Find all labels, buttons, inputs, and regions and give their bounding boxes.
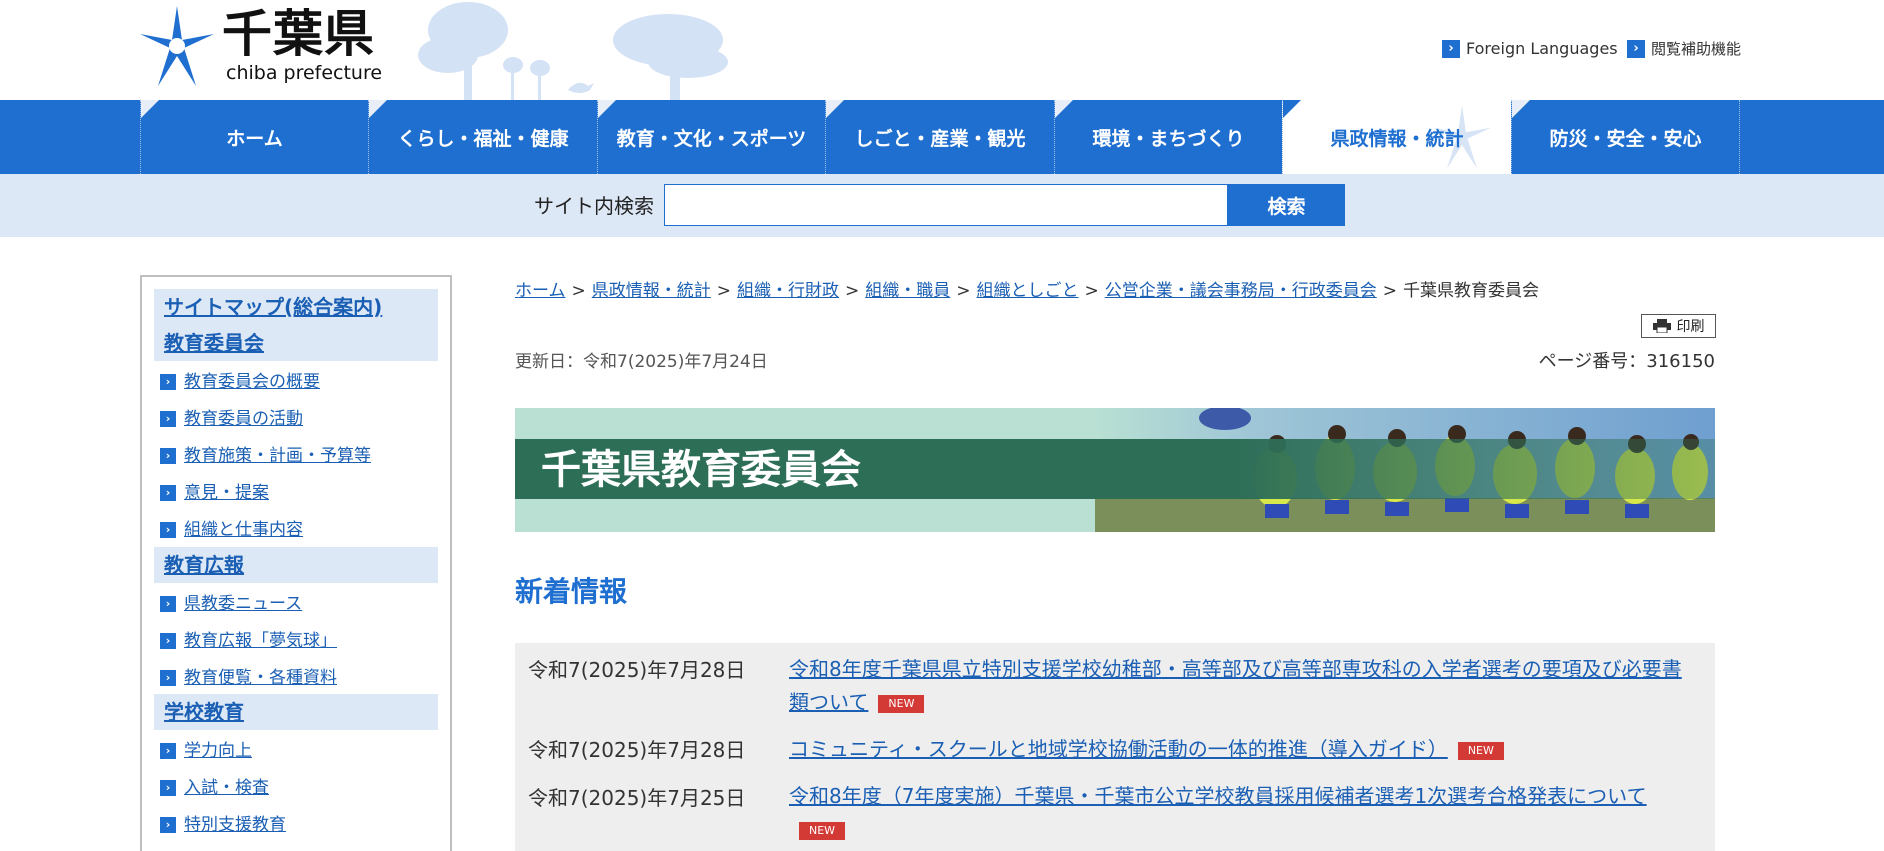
foreign-languages-label: Foreign Languages (1466, 39, 1618, 58)
chevron-right-icon: › (160, 670, 176, 686)
nav-environment-town[interactable]: 環境・まちづくり (1054, 100, 1282, 174)
page-title: 千葉県教育委員会 (541, 447, 861, 493)
news-date: 令和7(2025)年7月25日 (528, 786, 746, 810)
breadcrumb-link[interactable]: 公営企業・議会事務局・行政委員会 (1105, 281, 1377, 301)
breadcrumb-link[interactable]: 組織・行財政 (737, 281, 839, 301)
new-badge: NEW (1457, 741, 1504, 760)
sidebar-menu: サイトマップ(総合案内) 教育委員会 › 教育委員会の概要 › 教育委員の活動 › 教… (140, 275, 452, 851)
search-button[interactable]: 検索 (1228, 184, 1345, 226)
logo-roman: chiba prefecture (226, 62, 383, 84)
breadcrumb-separator: > (571, 281, 586, 301)
breadcrumb-link[interactable]: 組織としごと (977, 281, 1079, 301)
sidebar-item-news[interactable]: › 県教委ニュース (160, 592, 302, 616)
breadcrumb: ホーム > 県政情報・統計 > 組織・行財政 > 組織・職員 > 組織としごと > 公営企業・議会事… (515, 279, 1539, 303)
news-date: 令和7(2025)年7月28日 (528, 738, 746, 762)
nav-work-industry-tourism[interactable]: しごと・産業・観光 (825, 100, 1054, 174)
chevron-right-icon: › (160, 817, 176, 833)
new-badge: NEW (799, 821, 846, 840)
new-badge: NEW (878, 694, 925, 713)
nav-home[interactable]: ホーム (140, 100, 368, 174)
sidebar-item-yumekikyu[interactable]: › 教育広報「夢気球」 (160, 629, 337, 653)
sidebar-item-activities[interactable]: › 教育委員の活動 (160, 407, 303, 431)
nav-prefectural-info-stats[interactable]: 県政情報・統計 (1282, 100, 1511, 174)
print-button[interactable]: 印刷 (1641, 314, 1716, 338)
chevron-right-icon: › (160, 374, 176, 390)
updated-date: 更新日：令和7(2025)年7月24日 (515, 352, 768, 372)
sidebar-item-special-support[interactable]: › 特別支援教育 (160, 813, 286, 837)
global-nav: ホーム くらし・福祉・健康 教育・文化・スポーツ しごと・産業・観光 環境・まち… (0, 100, 1884, 174)
sidebar-heading-public-relations[interactable]: 教育広報 (154, 547, 438, 583)
sidebar-item-policies-budget[interactable]: › 教育施策・計画・予算等 (160, 444, 371, 468)
search-label: サイト内検索 (534, 194, 654, 218)
breadcrumb-separator: > (845, 281, 860, 301)
sidebar-item-entrance-exam[interactable]: › 入試・検査 (160, 776, 269, 800)
breadcrumb-separator: > (1382, 281, 1397, 301)
sidebar-heading-sitemap[interactable]: サイトマップ(総合案内) (154, 289, 438, 325)
printer-icon (1652, 319, 1671, 333)
tree-silhouette-decoration (418, 2, 728, 100)
chevron-right-icon: › (160, 780, 176, 796)
sidebar-item-opinions[interactable]: › 意見・提案 (160, 481, 269, 505)
logo-kanji: 千葉県 (222, 5, 375, 63)
breadcrumb-link[interactable]: 組織・職員 (865, 281, 950, 301)
chevron-right-icon: › (160, 743, 176, 759)
breadcrumb-link[interactable]: ホーム (515, 281, 566, 301)
foreign-languages-link[interactable]: › Foreign Languages (1442, 38, 1618, 60)
accessibility-label: 閲覧補助機能 (1651, 40, 1742, 58)
site-header: 千葉県 chiba prefecture › Foreign Languages… (0, 0, 1884, 100)
chevron-right-icon: › (160, 633, 176, 649)
news-link[interactable]: コミュニティ・スクールと地域学校協働活動の一体的推進（導入ガイド） NEW (789, 733, 1689, 766)
sidebar-heading-school-education[interactable]: 学校教育 (154, 694, 438, 730)
chevron-right-icon: › (160, 448, 176, 464)
news-heading: 新着情報 (515, 575, 628, 608)
nav-divider (1739, 100, 1740, 174)
chevron-right-icon: › (160, 411, 176, 427)
news-list: 令和7(2025)年7月28日 令和8年度千葉県県立特別支援学校幼稚部・高等部及… (515, 643, 1715, 851)
breadcrumb-separator: > (956, 281, 971, 301)
chevron-right-icon: › (1442, 40, 1460, 58)
chevron-right-icon: › (160, 485, 176, 501)
nav-education-culture-sports[interactable]: 教育・文化・スポーツ (597, 100, 825, 174)
page-number: ページ番号：316150 (1538, 351, 1715, 372)
chevron-right-icon: › (160, 522, 176, 538)
nav-disaster-safety[interactable]: 防災・安全・安心 (1511, 100, 1739, 174)
news-link[interactable]: 令和8年度千葉県県立特別支援学校幼稚部・高等部及び高等部専攻科の入学者選考の要項… (789, 653, 1689, 719)
breadcrumb-separator: > (716, 281, 731, 301)
search-input[interactable] (664, 184, 1228, 226)
nav-living-welfare-health[interactable]: くらし・福祉・健康 (368, 100, 597, 174)
news-link[interactable]: 令和8年度（7年度実施）千葉県・千葉市公立学校教員採用候補者選考1次選考合格発表… (789, 780, 1689, 846)
site-search-bar: サイト内検索 検索 (0, 174, 1884, 237)
chevron-right-icon: › (160, 596, 176, 612)
sidebar-item-academic[interactable]: › 学力向上 (160, 739, 252, 763)
breadcrumb-current: 千葉県教育委員会 (1403, 281, 1539, 301)
chevron-right-icon: › (1627, 40, 1645, 58)
chiba-emblem-icon (140, 6, 214, 86)
accessibility-link[interactable]: › 閲覧補助機能 (1627, 38, 1741, 60)
sidebar-item-overview[interactable]: › 教育委員会の概要 (160, 370, 320, 394)
print-label: 印刷 (1676, 318, 1705, 334)
breadcrumb-link[interactable]: 県政情報・統計 (592, 281, 711, 301)
news-date: 令和7(2025)年7月28日 (528, 658, 746, 682)
page-banner: 千葉県教育委員会 (515, 408, 1715, 532)
breadcrumb-separator: > (1084, 281, 1099, 301)
sidebar-heading-board-of-education[interactable]: 教育委員会 (154, 325, 438, 361)
nav-prefectural-info-stats-label: 県政情報・統計 (1330, 127, 1464, 150)
site-logo[interactable]: 千葉県 chiba prefecture (138, 2, 728, 100)
sidebar-item-organization[interactable]: › 組織と仕事内容 (160, 518, 303, 542)
sidebar-item-handbook[interactable]: › 教育便覧・各種資料 (160, 666, 337, 690)
